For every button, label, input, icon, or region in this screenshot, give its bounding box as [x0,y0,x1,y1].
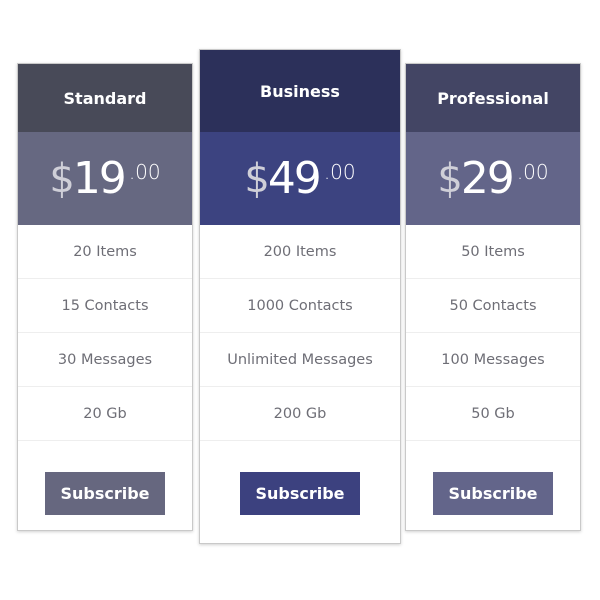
feature-item: 200 Gb [200,387,400,441]
plan-price: $ 29 .00 [406,132,580,225]
button-container: Subscribe [200,472,400,515]
plan-header: Business [200,50,400,132]
plan-card-standard: Standard $ 19 .00 20 Items 15 Contacts 3… [17,63,193,531]
subscribe-button[interactable]: Subscribe [240,472,360,515]
feature-item: 50 Gb [406,387,580,441]
plan-price: $ 19 .00 [18,132,192,225]
plan-header: Professional [406,64,580,132]
price-cents: .00 [128,160,161,184]
feature-item: 1000 Contacts [200,279,400,333]
feature-item: 50 Items [406,225,580,279]
feature-item: 200 Items [200,225,400,279]
plan-header: Standard [18,64,192,132]
subscribe-button[interactable]: Subscribe [45,472,165,515]
plan-card-business: Business $ 49 .00 200 Items 1000 Contact… [199,49,401,544]
feature-item: 100 Messages [406,333,580,387]
plan-name: Business [260,81,340,101]
feature-item: 20 Items [18,225,192,279]
price-amount: 19 [72,153,127,204]
price-cents: .00 [323,160,356,184]
feature-item: 30 Messages [18,333,192,387]
plan-card-professional: Professional $ 29 .00 50 Items 50 Contac… [405,63,581,531]
feature-item: 15 Contacts [18,279,192,333]
plan-name: Standard [63,88,147,108]
plan-price: $ 49 .00 [200,132,400,225]
subscribe-button[interactable]: Subscribe [433,472,553,515]
button-container: Subscribe [18,472,192,515]
price-amount: 29 [460,153,515,204]
price-amount: 49 [267,153,322,204]
plan-name: Professional [437,88,549,108]
currency-symbol: $ [437,155,462,202]
currency-symbol: $ [244,155,269,202]
feature-item: 50 Contacts [406,279,580,333]
feature-item: Unlimited Messages [200,333,400,387]
price-cents: .00 [516,160,549,184]
button-container: Subscribe [406,472,580,515]
feature-item: 20 Gb [18,387,192,441]
currency-symbol: $ [49,155,74,202]
